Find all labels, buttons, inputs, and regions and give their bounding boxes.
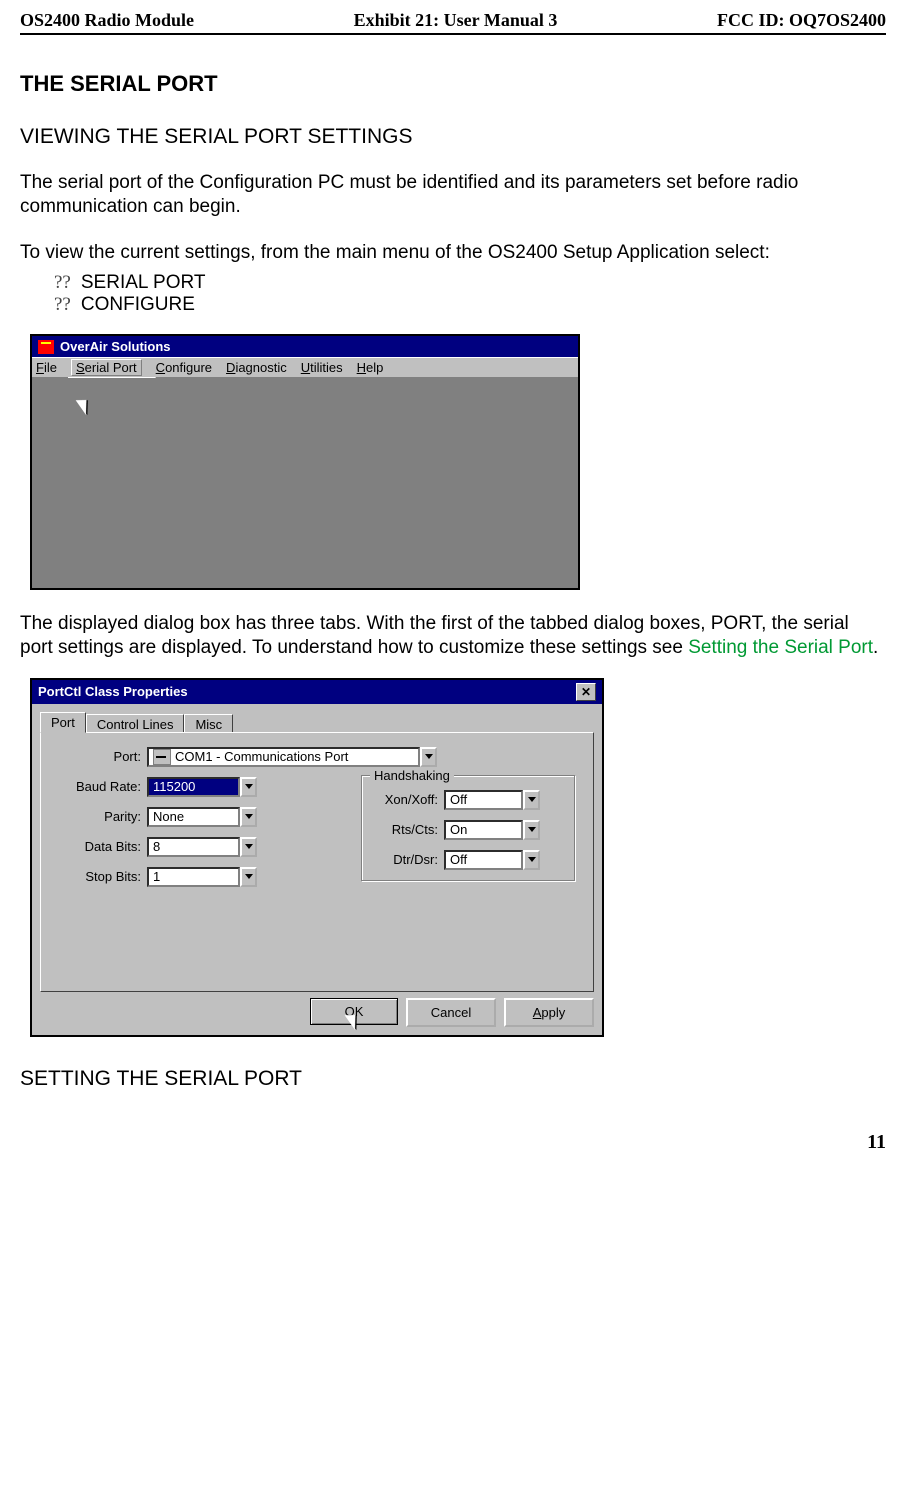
combo-rtscts[interactable]: On (444, 820, 540, 840)
label-port: Port: (57, 749, 141, 764)
paragraph-instructions: To view the current settings, from the m… (20, 241, 886, 265)
bullet-marker: ?? (54, 272, 71, 293)
combo-stopbits-value: 1 (147, 867, 240, 887)
window-titlebar: OverAir Solutions (32, 336, 578, 357)
label-xonxoff: Xon/Xoff: (374, 792, 438, 807)
ok-button[interactable]: OK (310, 998, 398, 1025)
combo-parity-value: None (147, 807, 240, 827)
combo-dtrdsr[interactable]: Off (444, 850, 540, 870)
list-item-label: CONFIGURE (81, 294, 195, 315)
heading-serial-port: THE SERIAL PORT (20, 71, 886, 97)
page-header: OS2400 Radio Module Exhibit 21: User Man… (20, 10, 886, 35)
legend-handshaking: Handshaking (370, 768, 454, 783)
list-item: ?? CONFIGURE (54, 294, 886, 316)
paragraph-intro: The serial port of the Configuration PC … (20, 171, 886, 219)
header-left: OS2400 Radio Module (20, 10, 194, 31)
cursor-icon (76, 395, 94, 415)
header-center: Exhibit 21: User Manual 3 (354, 10, 558, 31)
menubar: File Serial Port Configure Diagnostic Ut… (32, 357, 578, 378)
heading-setting-serial-port: SETTING THE SERIAL PORT (20, 1067, 886, 1091)
list-item: ?? SERIAL PORT (54, 272, 886, 294)
combo-port[interactable]: COM1 - Communications Port (147, 747, 437, 767)
combo-baud[interactable]: 115200 (147, 777, 257, 797)
menu-serial-port[interactable]: Serial Port (71, 359, 142, 376)
tab-port[interactable]: Port (40, 712, 86, 733)
figure-portctl-dialog: PortCtl Class Properties ✕ Port Control … (20, 678, 886, 1037)
combo-databits-value: 8 (147, 837, 240, 857)
chevron-down-icon[interactable] (240, 807, 257, 827)
combo-port-value: COM1 - Communications Port (175, 749, 348, 764)
menu-path-list: ?? SERIAL PORT ?? CONFIGURE (54, 272, 886, 316)
row-xonxoff: Xon/Xoff: Off (374, 790, 562, 810)
label-stopbits: Stop Bits: (57, 869, 141, 884)
tab-panel-port: Port: COM1 - Communications Port Baud Ra… (40, 732, 594, 992)
tab-control-lines[interactable]: Control Lines (86, 714, 185, 734)
label-parity: Parity: (57, 809, 141, 824)
combo-parity[interactable]: None (147, 807, 257, 827)
list-item-label: SERIAL PORT (81, 272, 206, 293)
menu-utilities[interactable]: Utilities (301, 360, 343, 375)
combo-xonxoff-value: Off (444, 790, 523, 810)
figure-overair-window: OverAir Solutions File Serial Port Confi… (20, 334, 886, 590)
label-baud: Baud Rate: (57, 779, 141, 794)
close-button[interactable]: ✕ (576, 683, 596, 701)
link-setting-serial-port[interactable]: Setting the Serial Port (688, 637, 873, 658)
fieldset-handshaking: Handshaking Xon/Xoff: Off Rts/Cts: On (361, 775, 575, 881)
header-right: FCC ID: OQ7OS2400 (717, 10, 886, 31)
tab-misc[interactable]: Misc (184, 714, 233, 734)
combo-rtscts-value: On (444, 820, 523, 840)
apply-button[interactable]: Apply (504, 998, 594, 1027)
chevron-down-icon[interactable] (240, 837, 257, 857)
chevron-down-icon[interactable] (240, 777, 257, 797)
label-rtscts: Rts/Cts: (374, 822, 438, 837)
chevron-down-icon[interactable] (523, 850, 540, 870)
cancel-button[interactable]: Cancel (406, 998, 496, 1027)
window-client-area (32, 378, 578, 588)
menu-configure[interactable]: Configure (156, 360, 212, 375)
chevron-down-icon[interactable] (523, 820, 540, 840)
dialog-title: PortCtl Class Properties (38, 684, 188, 699)
row-rtscts: Rts/Cts: On (374, 820, 562, 840)
page-number: 11 (20, 1131, 886, 1154)
dialog-button-row: OK Cancel Apply (40, 998, 594, 1027)
serial-port-icon (153, 749, 171, 765)
menu-help[interactable]: Help (357, 360, 384, 375)
portctl-dialog: PortCtl Class Properties ✕ Port Control … (30, 678, 604, 1037)
label-databits: Data Bits: (57, 839, 141, 854)
combo-xonxoff[interactable]: Off (444, 790, 540, 810)
label-dtrdsr: Dtr/Dsr: (374, 852, 438, 867)
overair-window: OverAir Solutions File Serial Port Confi… (30, 334, 580, 590)
chevron-down-icon[interactable] (240, 867, 257, 887)
bullet-marker: ?? (54, 294, 71, 315)
app-icon (38, 340, 54, 354)
heading-viewing-settings: VIEWING THE SERIAL PORT SETTINGS (20, 125, 886, 149)
chevron-down-icon[interactable] (420, 747, 437, 767)
paragraph-tabs-description: The displayed dialog box has three tabs.… (20, 612, 886, 660)
tab-row: Port Control Lines Misc (40, 712, 594, 732)
row-dtrdsr: Dtr/Dsr: Off (374, 850, 562, 870)
combo-dtrdsr-value: Off (444, 850, 523, 870)
chevron-down-icon[interactable] (523, 790, 540, 810)
combo-stopbits[interactable]: 1 (147, 867, 257, 887)
row-port: Port: COM1 - Communications Port (57, 747, 577, 767)
menu-diagnostic[interactable]: Diagnostic (226, 360, 287, 375)
menu-file[interactable]: File (36, 360, 57, 375)
dialog-titlebar: PortCtl Class Properties ✕ (32, 680, 602, 704)
combo-baud-value: 115200 (147, 777, 240, 797)
combo-databits[interactable]: 8 (147, 837, 257, 857)
window-title: OverAir Solutions (60, 339, 171, 354)
